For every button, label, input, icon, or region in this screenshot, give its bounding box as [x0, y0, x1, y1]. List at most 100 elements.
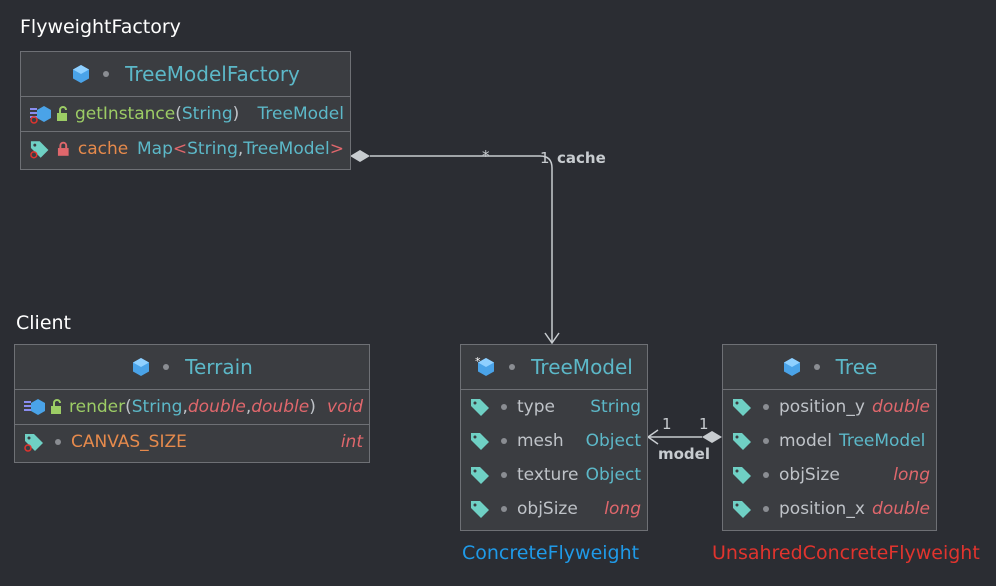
visibility-dot [501, 438, 507, 444]
class-icon [73, 65, 90, 83]
field-type: long [893, 465, 930, 485]
visibility-dot [55, 439, 61, 445]
field-type: Object [585, 431, 641, 451]
visibility-dot [501, 472, 507, 478]
field-row[interactable]: position_x double [723, 492, 936, 526]
cache-aggregation-diamond [350, 150, 370, 162]
static-field-icon [24, 434, 43, 452]
method-return-type: TreeModel [257, 104, 344, 124]
model-dst-multiplicity: 1 [662, 415, 672, 433]
field-type: String [590, 397, 641, 417]
method-row[interactable]: getInstance(String) TreeModel [21, 97, 350, 131]
field-type-arg: String [187, 139, 238, 159]
field-icon [733, 501, 751, 518]
paren: ( [125, 397, 132, 417]
field-icon [733, 467, 751, 484]
method-return-type: void [327, 397, 363, 417]
public-lock-icon [57, 106, 67, 121]
field-name: position_x [779, 499, 865, 519]
field-name: mesh [517, 431, 564, 451]
generic-bracket: > [329, 139, 344, 159]
public-lock-icon [51, 399, 61, 414]
field-row[interactable]: mesh Object [461, 424, 647, 458]
field-name: type [517, 397, 555, 417]
field-type: int [340, 432, 363, 452]
class-header: TreeModelFactory [21, 52, 350, 97]
field-type: long [604, 499, 641, 519]
field-type: TreeModel [838, 431, 926, 451]
visibility-dot [763, 472, 769, 478]
field-type: double [872, 397, 930, 417]
cache-association-label: cache [557, 149, 606, 167]
field-type: Object [585, 465, 641, 485]
cache-association-line [370, 155, 553, 342]
method-param-type: String [181, 104, 233, 124]
visibility-dot [501, 506, 507, 512]
field-icon [733, 399, 751, 416]
field-name: texture [517, 465, 579, 485]
paren: ( [175, 104, 182, 124]
visibility-dot [509, 364, 516, 370]
class-title: TreeModel [531, 355, 633, 379]
field-row[interactable]: position_y double [723, 390, 936, 424]
class-title: Tree [835, 355, 878, 379]
field-name: CANVAS_SIZE [71, 432, 187, 452]
field-name: position_y [779, 397, 865, 417]
field-type-arg: TreeModel [243, 139, 330, 159]
field-row[interactable]: texture Object [461, 458, 647, 492]
model-association-label: model [658, 445, 710, 463]
class-terrain[interactable]: Terrain render(String, double, double) v… [14, 344, 370, 463]
field-icon [471, 501, 489, 518]
field-row[interactable]: type String [461, 390, 647, 424]
field-name: objSize [779, 465, 840, 485]
method-name: render [69, 397, 126, 417]
class-header: * TreeModel [461, 345, 647, 390]
visibility-dot [763, 404, 769, 410]
field-name: objSize [517, 499, 578, 519]
field-type-map: Map [136, 139, 173, 159]
field-name: cache [77, 139, 129, 159]
method-name: getInstance [75, 104, 176, 124]
paren: ) [309, 397, 316, 417]
class-title: TreeModelFactory [125, 62, 300, 86]
visibility-dot [163, 364, 170, 370]
static-method-icon [30, 106, 51, 124]
class-icon [133, 358, 150, 376]
visibility-dot [103, 71, 110, 77]
visibility-dot [763, 438, 769, 444]
field-icon [471, 433, 489, 450]
field-name: model [779, 431, 832, 451]
svg-text:*: * [475, 356, 481, 368]
field-row[interactable]: cache Map < String, TreeModel > [21, 131, 350, 166]
method-param-type: double [251, 397, 310, 417]
paren: ) [232, 104, 240, 124]
class-title: Terrain [185, 355, 253, 379]
class-treemodel[interactable]: * TreeModel type String mesh Object text… [460, 344, 648, 531]
model-src-multiplicity: 1 [699, 415, 709, 433]
class-header: Terrain [15, 345, 369, 390]
field-row[interactable]: CANVAS_SIZE int [15, 424, 369, 459]
generic-bracket: < [172, 139, 188, 159]
field-row[interactable]: objSize long [461, 492, 647, 526]
method-row[interactable]: render(String, double, double) void [15, 390, 369, 424]
cache-dst-multiplicity: 1 [540, 149, 550, 167]
method-param-type: double [187, 397, 246, 417]
static-field-icon [30, 141, 49, 159]
method-param-type: String [131, 397, 183, 417]
class-treemodelfactory[interactable]: TreeModelFactory getInstance(String) Tre… [20, 51, 351, 170]
field-type: double [872, 499, 930, 519]
field-icon [733, 433, 751, 450]
visibility-dot [813, 364, 820, 370]
method-icon [24, 399, 45, 415]
private-lock-icon [58, 141, 69, 156]
field-row[interactable]: model TreeModel [723, 424, 936, 458]
class-tree[interactable]: Tree position_y double model TreeModel o… [722, 344, 937, 531]
class-icon [783, 358, 800, 376]
class-header: Tree [723, 345, 936, 390]
field-icon [471, 467, 489, 484]
cache-src-multiplicity: * [482, 147, 490, 165]
visibility-dot [763, 506, 769, 512]
field-row[interactable]: objSize long [723, 458, 936, 492]
class-icon: * [475, 356, 495, 376]
visibility-dot [501, 404, 507, 410]
